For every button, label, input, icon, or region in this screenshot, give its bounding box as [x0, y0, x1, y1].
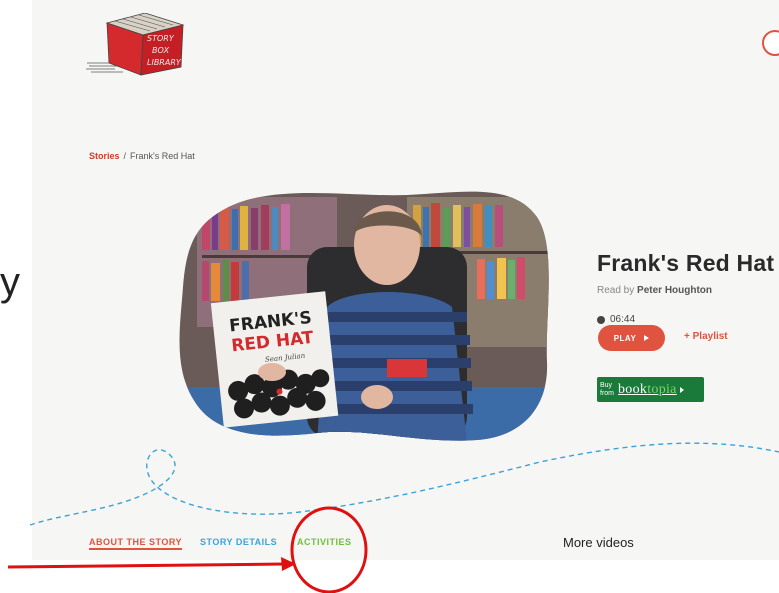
logo-text-box: BOX	[152, 46, 170, 55]
breadcrumb-separator: /	[123, 151, 127, 161]
logo-text-library: LIBRARY	[147, 58, 182, 67]
reader-name[interactable]: Peter Houghton	[637, 285, 712, 296]
duration-value: 06:44	[610, 314, 636, 325]
logo-text-story: STORY	[147, 34, 175, 43]
story-video-thumbnail[interactable]: FRANK'S RED HAT Sean Julian	[177, 187, 552, 442]
annotation-arrow-line	[7, 562, 285, 569]
play-label: PLAY	[613, 333, 637, 343]
play-button[interactable]: PLAY	[598, 325, 665, 351]
tab-activities[interactable]: ACTIVITIES	[297, 537, 352, 547]
play-icon	[644, 335, 650, 341]
buy-from-booktopia-button[interactable]: Buy from booktopia	[597, 377, 704, 402]
story-duration: 06:44	[597, 314, 635, 325]
arrow-right-icon	[679, 386, 684, 393]
story-box-library-logo[interactable]: STORY BOX LIBRARY	[85, 13, 195, 78]
reader-prefix: Read by	[597, 285, 635, 296]
breadcrumb: Stories / Frank's Red Hat	[89, 151, 195, 161]
tab-story-details[interactable]: STORY DETAILS	[200, 537, 277, 547]
tab-about-the-story[interactable]: ABOUT THE STORY	[89, 537, 183, 550]
breadcrumb-current: Frank's Red Hat	[130, 151, 195, 161]
add-to-playlist-link[interactable]: + Playlist	[684, 331, 728, 342]
story-title: Frank's Red Hat	[597, 250, 775, 276]
buy-from-text: Buy from	[600, 381, 614, 397]
clock-icon	[597, 315, 605, 324]
story-reader: Read by Peter Houghton	[597, 285, 712, 296]
booktopia-wordmark: booktopia	[618, 381, 677, 397]
breadcrumb-stories-link[interactable]: Stories	[89, 151, 120, 161]
more-videos-heading: More videos	[563, 535, 634, 550]
cropped-side-text: y	[0, 260, 20, 304]
